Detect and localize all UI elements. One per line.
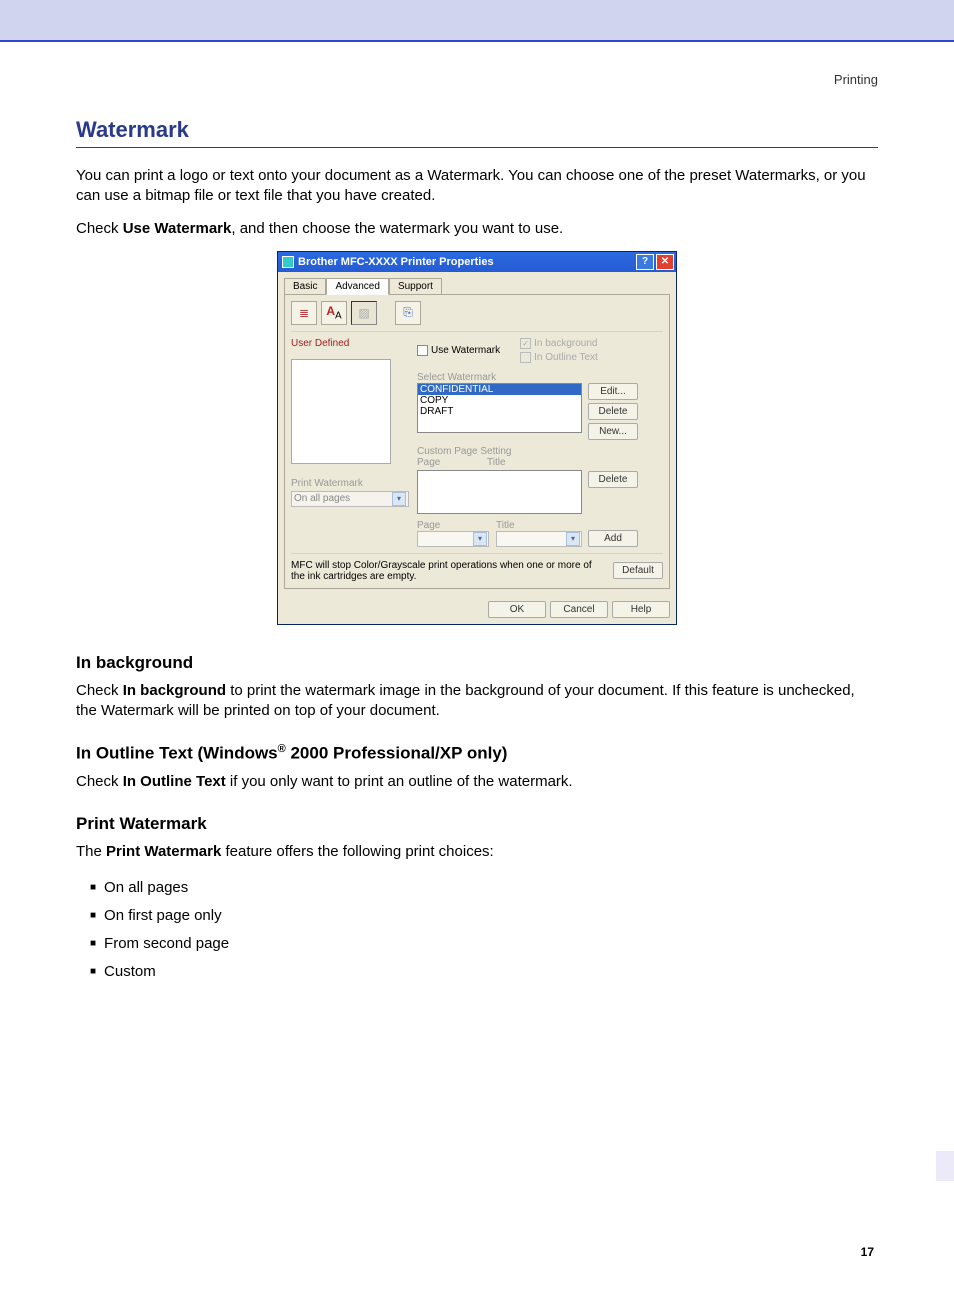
- print-watermark-options-list: On all pages On first page only From sec…: [76, 874, 878, 985]
- page-number: 17: [76, 1245, 878, 1259]
- col-page: Page: [417, 457, 487, 468]
- use-watermark-checkbox[interactable]: Use Watermark: [417, 338, 500, 363]
- side-tab: [936, 1151, 954, 1181]
- chevron-down-icon: ▾: [473, 532, 487, 546]
- in-outline-checkbox[interactable]: In Outline Text: [520, 352, 598, 363]
- list-item: From second page: [90, 930, 878, 958]
- dialog-title: Brother MFC-XXXX Printer Properties: [298, 256, 634, 268]
- user-defined-label: User Defined: [291, 338, 411, 349]
- device-options-icon: ⎘: [403, 305, 413, 320]
- paragraph-in-outline: Check In Outline Text if you only want t…: [76, 772, 878, 792]
- dialog-titlebar: Brother MFC-XXXX Printer Properties ? ✕: [278, 252, 676, 272]
- custom-page-setting-label: Custom Page Setting: [417, 446, 663, 457]
- edit-button[interactable]: Edit...: [588, 383, 638, 400]
- heading-print-watermark: Print Watermark: [76, 814, 878, 834]
- delete-button[interactable]: Delete: [588, 403, 638, 420]
- checkbox-icon: [520, 352, 531, 363]
- title-input-label: Title: [496, 520, 515, 531]
- heading-in-outline: In Outline Text (Windows® 2000 Professio…: [76, 743, 878, 764]
- tab-strip: Basic Advanced Support: [278, 272, 676, 294]
- in-background-checkbox[interactable]: ✓ In background: [520, 338, 598, 349]
- checkbox-icon: ✓: [520, 338, 531, 349]
- intro-paragraph-2: Check Use Watermark, and then choose the…: [76, 219, 878, 239]
- paragraph-print-watermark: The Print Watermark feature offers the f…: [76, 842, 878, 862]
- list-item[interactable]: COPY: [418, 395, 581, 406]
- delete-row-button[interactable]: Delete: [588, 471, 638, 488]
- cartridge-note: MFC will stop Color/Grayscale print oper…: [291, 560, 607, 582]
- title-input[interactable]: ▾: [496, 531, 582, 547]
- help-button[interactable]: Help: [612, 601, 670, 618]
- app-icon: [282, 256, 294, 268]
- top-brand-bar: [0, 0, 954, 42]
- list-item[interactable]: DRAFT: [418, 406, 581, 417]
- default-button[interactable]: Default: [613, 562, 663, 579]
- list-item: On first page only: [90, 902, 878, 930]
- toolbar-btn-4[interactable]: ⎘: [395, 301, 421, 325]
- watermark-icon: ▨: [358, 306, 369, 320]
- tab-advanced[interactable]: Advanced: [326, 278, 388, 295]
- page-input-label: Page: [417, 520, 440, 531]
- heading-in-background: In background: [76, 653, 878, 673]
- toolbar-btn-watermark[interactable]: ▨: [351, 301, 377, 325]
- color-icon: AA: [326, 304, 341, 321]
- ok-button[interactable]: OK: [488, 601, 546, 618]
- toolbar-btn-1[interactable]: ≣: [291, 301, 317, 325]
- chevron-down-icon: ▾: [392, 492, 406, 506]
- breadcrumb: Printing: [76, 72, 878, 87]
- select-watermark-label: Select Watermark: [417, 372, 663, 383]
- toolbar: ≣ AA ▨ ⎘: [291, 301, 663, 331]
- help-button[interactable]: ?: [636, 254, 654, 270]
- cancel-button[interactable]: Cancel: [550, 601, 608, 618]
- print-watermark-dropdown[interactable]: On all pages ▾: [291, 491, 409, 507]
- page-preview: [291, 359, 391, 464]
- paragraph-in-background: Check In background to print the waterma…: [76, 681, 878, 722]
- toolbar-btn-2[interactable]: AA: [321, 301, 347, 325]
- tab-basic[interactable]: Basic: [284, 278, 326, 294]
- list-item: On all pages: [90, 874, 878, 902]
- add-button[interactable]: Add: [588, 530, 638, 547]
- print-watermark-label: Print Watermark: [291, 478, 411, 489]
- printer-properties-dialog: Brother MFC-XXXX Printer Properties ? ✕ …: [277, 251, 677, 625]
- watermark-listbox[interactable]: CONFIDENTIAL COPY DRAFT: [417, 383, 582, 433]
- page-title: Watermark: [76, 117, 878, 148]
- tab-support[interactable]: Support: [389, 278, 442, 294]
- custom-page-table[interactable]: [417, 470, 582, 514]
- page-setup-icon: ≣: [299, 306, 309, 320]
- intro-paragraph-1: You can print a logo or text onto your d…: [76, 166, 878, 207]
- close-button[interactable]: ✕: [656, 254, 674, 270]
- list-item[interactable]: CONFIDENTIAL: [418, 384, 581, 395]
- page-input[interactable]: ▾: [417, 531, 489, 547]
- col-title: Title: [487, 457, 506, 468]
- checkbox-icon: [417, 345, 428, 356]
- chevron-down-icon: ▾: [566, 532, 580, 546]
- list-item: Custom: [90, 958, 878, 986]
- new-button[interactable]: New...: [588, 423, 638, 440]
